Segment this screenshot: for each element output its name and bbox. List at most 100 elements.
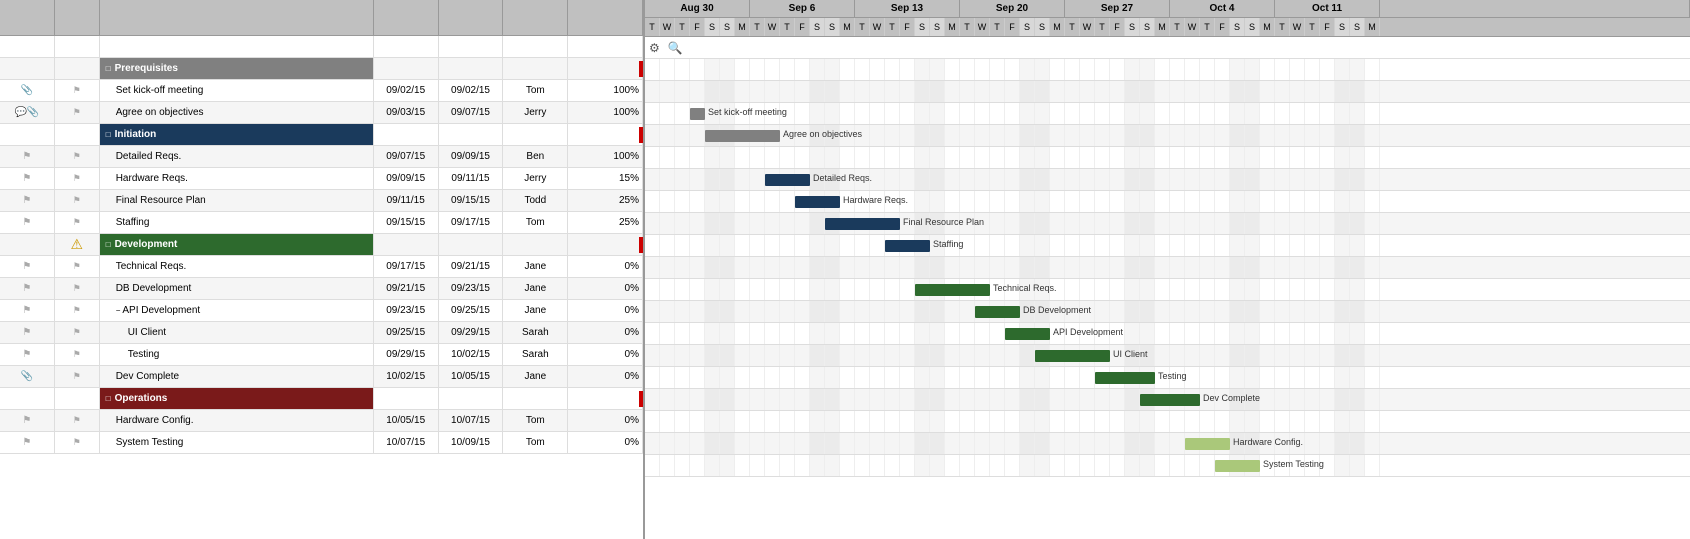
table-row: ⚑ ⚑ Testing 09/29/15 10/02/15 Sarah 0% (0, 344, 643, 366)
table-row: □ Operations (0, 388, 643, 410)
group-label-text: Initiation (115, 129, 157, 140)
sub-expand-icon[interactable]: − (116, 306, 121, 315)
gantt-bar[interactable]: Hardware Reqs. (795, 196, 840, 208)
cell-icons (0, 388, 55, 409)
cell-at-risk: ⚑ (55, 168, 100, 189)
day-label: M (1260, 18, 1275, 36)
flag-small-icon: ⚑ (73, 415, 81, 426)
day-label: W (1080, 18, 1095, 36)
expand-icon[interactable]: □ (106, 394, 111, 403)
cell-task-name: UI Client (100, 322, 374, 343)
cell-start-date: 09/02/15 (374, 80, 439, 101)
gantt-bar[interactable]: DB Development (975, 306, 1020, 318)
flag-small-icon: ⚑ (73, 85, 81, 96)
cell-end-date: 09/02/15 (439, 80, 504, 101)
cell-start-date: 09/15/15 (374, 212, 439, 233)
gantt-row: Final Resource Plan (645, 213, 1690, 235)
cell-assigned (503, 234, 568, 255)
gantt-bar[interactable]: Staffing (885, 240, 930, 252)
flag-icon: ⚑ (22, 437, 31, 448)
table-row: 📎 ⚑ Dev Complete 10/02/15 10/05/15 Jane … (0, 366, 643, 388)
cell-start (374, 124, 439, 145)
cell-start-date: 09/25/15 (374, 322, 439, 343)
gantt-bar[interactable]: Testing (1095, 372, 1155, 384)
cell-pct-complete: 0% (568, 278, 643, 299)
gantt-row (645, 81, 1690, 103)
attach-icon: 📎 (21, 85, 33, 96)
table-row: ⚑ ⚑ Final Resource Plan 09/11/15 09/15/1… (0, 190, 643, 212)
flag-small-icon: ⚑ (73, 195, 81, 206)
cell-end-date: 09/07/15 (439, 102, 504, 123)
gantt-bar[interactable]: Detailed Reqs. (765, 174, 810, 186)
cell-task-name: Set kick-off meeting (100, 80, 374, 101)
expand-icon[interactable]: □ (106, 240, 111, 249)
cell-end-date: 09/11/15 (439, 168, 504, 189)
cell-task-name: Hardware Reqs. (100, 168, 374, 189)
cell-icons: ⚑ (0, 410, 55, 431)
gantt-bar[interactable]: Hardware Config. (1185, 438, 1230, 450)
table-row: 📎 ⚑ Set kick-off meeting 09/02/15 09/02/… (0, 80, 643, 102)
cell-end (439, 36, 504, 57)
bar-label: Detailed Reqs. (813, 173, 872, 183)
warn-icon: ⚠ (71, 236, 84, 253)
expand-icon[interactable]: □ (106, 130, 111, 139)
cell-pct-complete: 0% (568, 300, 643, 321)
cell-start (374, 58, 439, 79)
cell-group-task: □ Operations (100, 388, 374, 409)
day-label: M (1155, 18, 1170, 36)
table-row: ⚑ ⚑ Technical Reqs. 09/17/15 09/21/15 Ja… (0, 256, 643, 278)
main-container: □ Prerequisites 📎 ⚑ Set kick-off meeting… (0, 0, 1690, 539)
flag-small-icon: ⚑ (73, 107, 81, 118)
cell-pct-complete: 25% (568, 212, 643, 233)
day-label: T (750, 18, 765, 36)
cell-at-risk: ⚑ (55, 300, 100, 321)
cell-icons: ⚑ (0, 190, 55, 211)
cell-at-risk (55, 388, 100, 409)
gantt-row: UI Client (645, 345, 1690, 367)
gantt-bar[interactable]: Agree on objectives (705, 130, 780, 142)
cell-at-risk: ⚑ (55, 102, 100, 123)
gantt-bar[interactable]: Dev Complete (1140, 394, 1200, 406)
cell-start-date: 09/07/15 (374, 146, 439, 167)
flag-small-icon: ⚑ (73, 217, 81, 228)
gantt-bar[interactable]: Final Resource Plan (825, 218, 900, 230)
flag-small-icon: ⚑ (73, 437, 81, 448)
cell-at-risk: ⚑ (55, 146, 100, 167)
day-label: S (825, 18, 840, 36)
flag-icon: ⚑ (22, 283, 31, 294)
gantt-bar[interactable]: Set kick-off meeting (690, 108, 705, 120)
bar-label: UI Client (1113, 349, 1148, 359)
flag-icon: ⚑ (22, 217, 31, 228)
cell-task-name: Final Resource Plan (100, 190, 374, 211)
flag-small-icon: ⚑ (73, 261, 81, 272)
cell-icons: 💬📎 (0, 102, 55, 123)
cell-icons: ⚑ (0, 146, 55, 167)
flag-icon: ⚑ (22, 195, 31, 206)
cell-pct-complete: 25% (568, 190, 643, 211)
cell-assigned-to: Tom (503, 410, 568, 431)
bar-label: Set kick-off meeting (708, 107, 787, 117)
bar-label: Dev Complete (1203, 393, 1260, 403)
gantt-bar[interactable]: System Testing (1215, 460, 1260, 472)
day-label: M (1050, 18, 1065, 36)
gantt-bar[interactable]: UI Client (1035, 350, 1110, 362)
cell-at-risk (55, 124, 100, 145)
search-icon[interactable]: 🔍 (668, 41, 683, 55)
cell-assigned (503, 388, 568, 409)
cell-icons: 📎 (0, 80, 55, 101)
cell-assigned-to: Sarah (503, 322, 568, 343)
gantt-row: System Testing (645, 455, 1690, 477)
cell-start-date: 09/23/15 (374, 300, 439, 321)
gantt-row: Hardware Reqs. (645, 191, 1690, 213)
cell-pct-complete: 100% (568, 102, 643, 123)
gantt-bar[interactable]: Technical Reqs. (915, 284, 990, 296)
gantt-bar[interactable]: API Development (1005, 328, 1050, 340)
day-label: S (1125, 18, 1140, 36)
cell-end (439, 58, 504, 79)
expand-icon[interactable]: □ (106, 64, 111, 73)
day-label: T (990, 18, 1005, 36)
cell-group-task: □ Development (100, 234, 374, 255)
cell-at-risk: ⚑ (55, 432, 100, 453)
day-label: W (870, 18, 885, 36)
gear-icon[interactable]: ⚙ (649, 41, 660, 55)
